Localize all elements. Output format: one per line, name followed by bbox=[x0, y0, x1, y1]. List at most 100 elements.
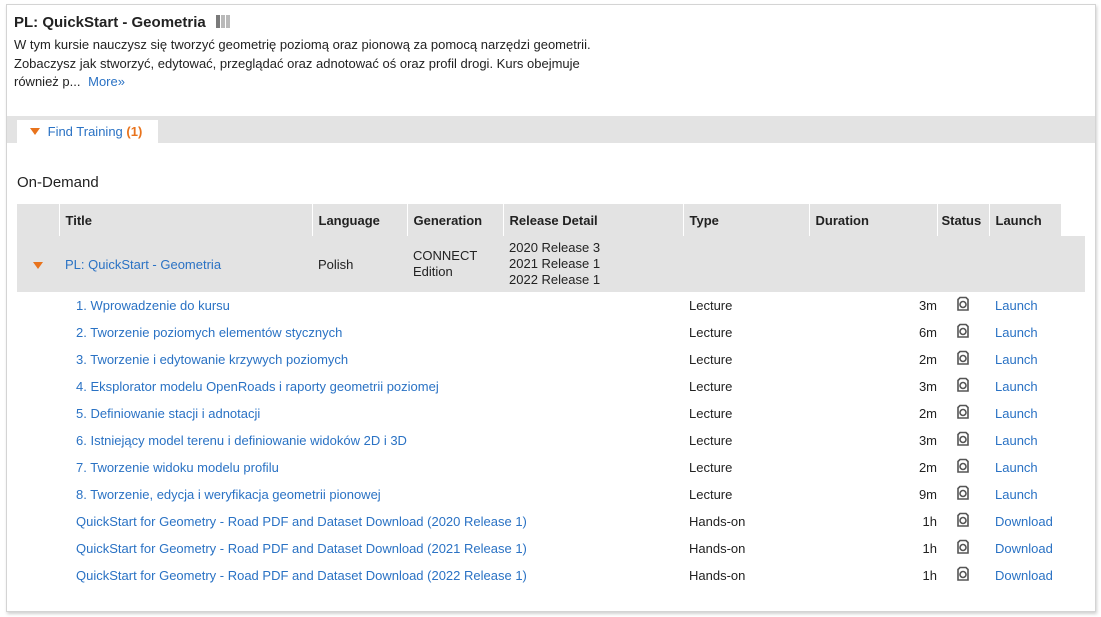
item-action-link[interactable]: Download bbox=[995, 514, 1053, 529]
item-action-link[interactable]: Launch bbox=[995, 352, 1038, 367]
group-language: Polish bbox=[312, 236, 407, 292]
row-spacer bbox=[17, 562, 59, 589]
item-title-cell: 8. Tworzenie, edycja i weryfikacja geome… bbox=[59, 481, 683, 508]
item-title-link[interactable]: 8. Tworzenie, edycja i weryfikacja geome… bbox=[76, 487, 381, 502]
header-launch[interactable]: Launch bbox=[988, 204, 1061, 236]
item-action-link[interactable]: Launch bbox=[995, 298, 1038, 313]
item-action-cell: Download bbox=[989, 562, 1061, 589]
item-action-link[interactable]: Launch bbox=[995, 487, 1038, 502]
table-row: 2. Tworzenie poziomych elementów styczny… bbox=[17, 319, 1085, 346]
item-status bbox=[937, 427, 989, 454]
header-spacer bbox=[1060, 204, 1085, 236]
camera-icon bbox=[955, 539, 971, 558]
item-title-link[interactable]: 4. Eksplorator modelu OpenRoads i raport… bbox=[76, 379, 439, 394]
item-duration: 1h bbox=[922, 568, 937, 583]
row-spacer bbox=[17, 373, 59, 400]
generation-line: Edition bbox=[413, 264, 453, 279]
header-release-detail[interactable]: Release Detail bbox=[502, 204, 683, 236]
item-title-link[interactable]: 2. Tworzenie poziomych elementów styczny… bbox=[76, 325, 342, 340]
item-title-link[interactable]: 6. Istniejący model terenu i definiowani… bbox=[76, 433, 407, 448]
item-action-link[interactable]: Launch bbox=[995, 433, 1038, 448]
item-status bbox=[937, 454, 989, 481]
tab-count: (1) bbox=[126, 124, 143, 139]
item-title-link[interactable]: QuickStart for Geometry - Road PDF and D… bbox=[76, 514, 527, 529]
group-generation: CONNECT Edition bbox=[407, 236, 503, 292]
item-action-cell: Launch bbox=[989, 373, 1061, 400]
group-release-detail: 2020 Release 3 2021 Release 1 2022 Relea… bbox=[503, 236, 683, 292]
triangle-down-icon bbox=[33, 261, 43, 269]
table-row: 6. Istniejący model terenu i definiowani… bbox=[17, 427, 1085, 454]
item-type: Hands-on bbox=[689, 541, 746, 556]
item-status bbox=[937, 319, 989, 346]
section-title: On-Demand bbox=[17, 174, 99, 191]
item-action-link[interactable]: Launch bbox=[995, 406, 1038, 421]
item-duration: 1h bbox=[922, 514, 937, 529]
item-action-link[interactable]: Launch bbox=[995, 460, 1038, 475]
tab-find-training[interactable]: Find Training (1) bbox=[17, 120, 158, 144]
item-action-cell: Download bbox=[989, 508, 1061, 535]
item-action-cell: Download bbox=[989, 535, 1061, 562]
item-type: Lecture bbox=[689, 433, 733, 448]
header-generation[interactable]: Generation bbox=[406, 204, 503, 236]
table-row: 5. Definiowanie stacji i adnotacji Lectur… bbox=[17, 400, 1085, 427]
table-header-row: Title Language Generation Release Detail… bbox=[17, 204, 1085, 236]
item-title-cell: QuickStart for Geometry - Road PDF and D… bbox=[59, 508, 683, 535]
camera-icon bbox=[955, 296, 971, 315]
item-duration: 3m bbox=[918, 433, 937, 448]
item-duration: 3m bbox=[918, 298, 937, 313]
item-action-cell: Launch bbox=[989, 427, 1061, 454]
group-toggle[interactable] bbox=[17, 236, 59, 292]
item-action-cell: Launch bbox=[989, 400, 1061, 427]
triangle-down-icon bbox=[30, 128, 40, 135]
table-row: 7. Tworzenie widoku modelu profilu Lectur… bbox=[17, 454, 1085, 481]
item-title-cell: 3. Tworzenie i edytowanie krzywych pozio… bbox=[59, 346, 683, 373]
item-duration: 2m bbox=[918, 352, 937, 367]
header-title[interactable]: Title bbox=[58, 204, 312, 236]
item-action-cell: Launch bbox=[989, 292, 1061, 319]
item-title-link[interactable]: 5. Definiowanie stacji i adnotacji bbox=[76, 406, 260, 421]
more-link[interactable]: More» bbox=[88, 74, 125, 89]
header-status[interactable]: Status bbox=[936, 204, 989, 236]
group-title-link[interactable]: PL: QuickStart - Geometria bbox=[65, 257, 221, 272]
item-duration: 2m bbox=[918, 460, 937, 475]
header-language[interactable]: Language bbox=[311, 204, 407, 236]
item-title-link[interactable]: QuickStart for Geometry - Road PDF and D… bbox=[76, 541, 527, 556]
course-panel: PL: QuickStart - Geometria W tym kursie … bbox=[6, 4, 1096, 612]
table-row: QuickStart for Geometry - Road PDF and D… bbox=[17, 535, 1085, 562]
item-title-cell: 2. Tworzenie poziomych elementów styczny… bbox=[59, 319, 683, 346]
item-title-link[interactable]: QuickStart for Geometry - Road PDF and D… bbox=[76, 568, 527, 583]
item-action-link[interactable]: Launch bbox=[995, 379, 1038, 394]
row-spacer bbox=[17, 427, 59, 454]
header-type[interactable]: Type bbox=[682, 204, 809, 236]
row-spacer bbox=[17, 454, 59, 481]
item-title-cell: 7. Tworzenie widoku modelu profilu bbox=[59, 454, 683, 481]
item-action-link[interactable]: Download bbox=[995, 541, 1053, 556]
item-action-link[interactable]: Download bbox=[995, 568, 1053, 583]
row-spacer bbox=[17, 508, 59, 535]
rating-bars-icon bbox=[215, 15, 231, 32]
item-title-cell: 4. Eksplorator modelu OpenRoads i raport… bbox=[59, 373, 683, 400]
item-duration: 9m bbox=[918, 487, 937, 502]
item-status bbox=[937, 346, 989, 373]
item-status bbox=[937, 481, 989, 508]
item-status bbox=[937, 400, 989, 427]
item-title-link[interactable]: 7. Tworzenie widoku modelu profilu bbox=[76, 460, 279, 475]
item-title-link[interactable]: 3. Tworzenie i edytowanie krzywych pozio… bbox=[76, 352, 348, 367]
item-duration: 6m bbox=[918, 325, 937, 340]
training-table: Title Language Generation Release Detail… bbox=[17, 204, 1085, 589]
header-duration[interactable]: Duration bbox=[808, 204, 937, 236]
release-line: 2021 Release 1 bbox=[509, 256, 601, 271]
item-title-cell: 1. Wprowadzenie do kursu bbox=[59, 292, 683, 319]
item-type: Lecture bbox=[689, 406, 733, 421]
camera-icon bbox=[955, 458, 971, 477]
item-title-link[interactable]: 1. Wprowadzenie do kursu bbox=[76, 298, 230, 313]
item-status bbox=[937, 562, 989, 589]
item-action-cell: Launch bbox=[989, 481, 1061, 508]
item-type: Hands-on bbox=[689, 568, 746, 583]
item-action-link[interactable]: Launch bbox=[995, 325, 1038, 340]
item-duration: 2m bbox=[918, 406, 937, 421]
item-status bbox=[937, 535, 989, 562]
camera-icon bbox=[955, 377, 971, 396]
item-type: Lecture bbox=[689, 298, 733, 313]
table-row: QuickStart for Geometry - Road PDF and D… bbox=[17, 508, 1085, 535]
